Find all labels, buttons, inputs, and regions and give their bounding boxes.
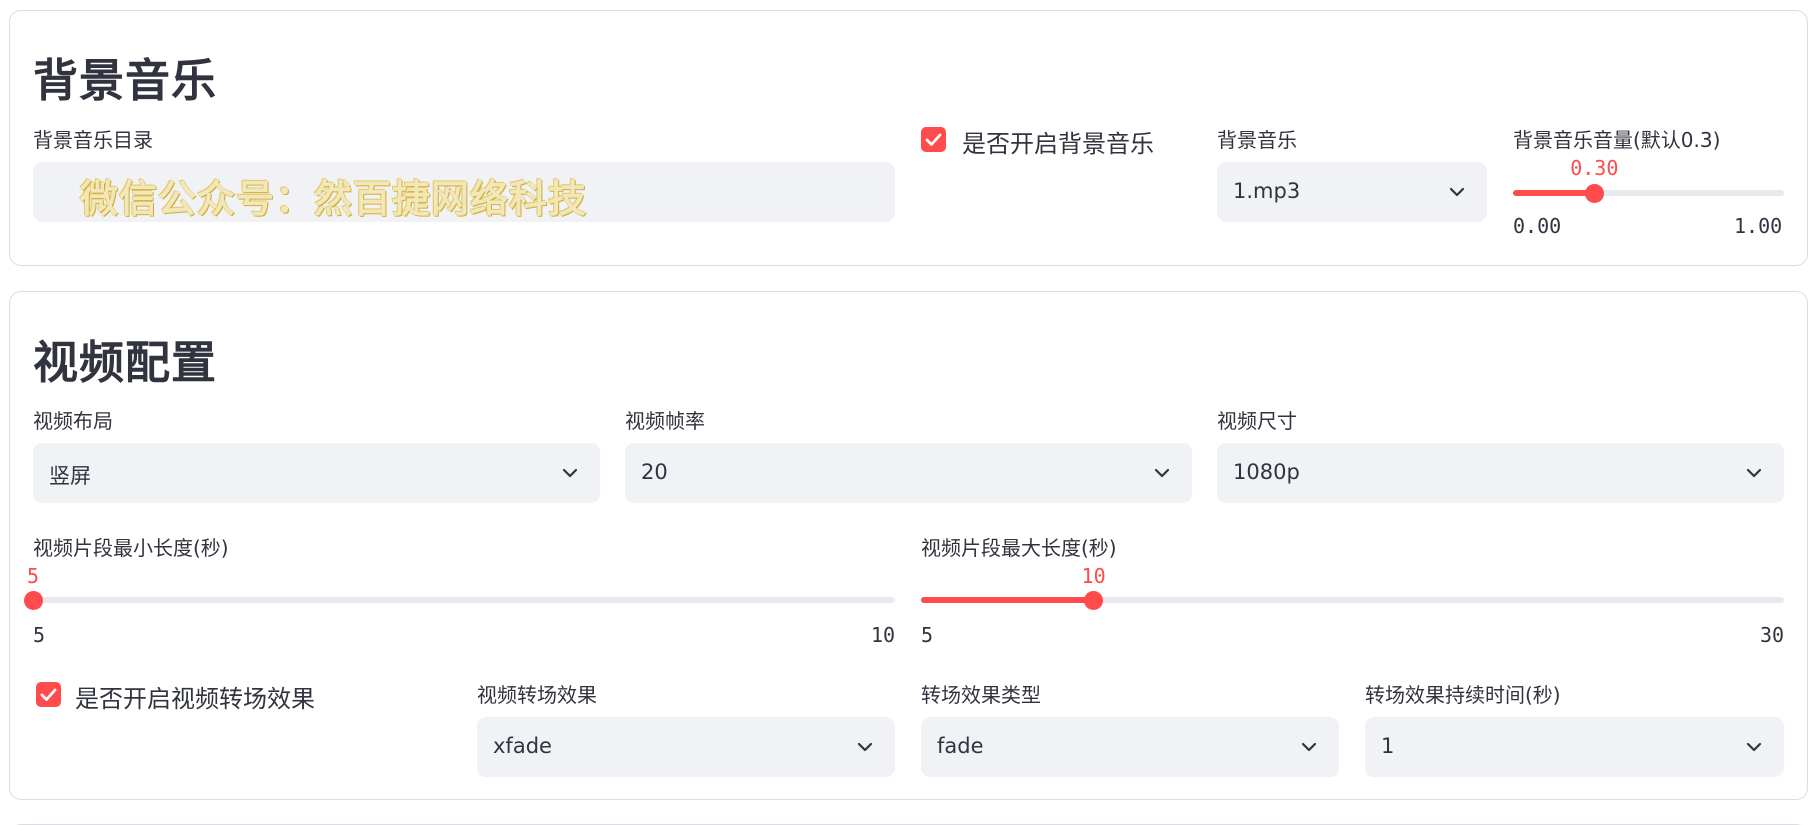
- transition-enable-checkbox[interactable]: [36, 682, 61, 707]
- bgm-volume-min: 0.00: [1513, 214, 1562, 238]
- video-size-label: 视频尺寸: [1217, 409, 1297, 433]
- transition-type-select[interactable]: fade: [921, 717, 1339, 777]
- transition-type-label: 转场效果类型: [921, 683, 1041, 707]
- max-len-slider-fill: [921, 597, 1094, 603]
- video-fps-value: 20: [641, 460, 668, 484]
- bgm-music-select[interactable]: 1.mp3: [1217, 162, 1487, 222]
- transition-label: 视频转场效果: [477, 683, 597, 707]
- bgm-dir-label: 背景音乐目录: [33, 128, 153, 152]
- bgm-volume-slider-fill: [1513, 190, 1595, 196]
- transition-enable-label: 是否开启视频转场效果: [75, 685, 315, 713]
- max-len-max: 30: [1760, 623, 1785, 647]
- chevron-down-icon: [1301, 742, 1317, 752]
- transition-duration-value: 1: [1381, 734, 1395, 758]
- max-len-slider-thumb[interactable]: [1084, 591, 1104, 610]
- chevron-down-icon: [562, 468, 578, 478]
- check-icon: [40, 688, 57, 701]
- min-len-slider-thumb[interactable]: [23, 591, 43, 610]
- video-layout-select[interactable]: 竖屏: [33, 443, 600, 503]
- max-len-current-value: 10: [1081, 564, 1106, 588]
- max-len-min: 5: [921, 623, 934, 647]
- transition-duration-select[interactable]: 1: [1365, 717, 1784, 777]
- chevron-down-icon: [1746, 468, 1762, 478]
- video-section-title: 视频配置: [33, 336, 218, 389]
- video-layout-label: 视频布局: [33, 409, 113, 433]
- chevron-down-icon: [1746, 742, 1762, 752]
- min-len-min: 5: [33, 623, 46, 647]
- transition-select[interactable]: xfade: [477, 717, 895, 777]
- chevron-down-icon: [1449, 187, 1465, 197]
- bgm-volume-max: 1.00: [1734, 214, 1783, 238]
- transition-type-value: fade: [937, 734, 984, 758]
- chevron-down-icon: [857, 742, 873, 752]
- bgm-music-value: 1.mp3: [1233, 179, 1301, 203]
- bgm-music-label: 背景音乐: [1217, 128, 1297, 152]
- chevron-down-icon: [1154, 468, 1170, 478]
- video-size-select[interactable]: 1080p: [1217, 443, 1784, 503]
- bgm-volume-label: 背景音乐音量(默认0.3): [1513, 128, 1721, 152]
- bgm-volume-slider-thumb[interactable]: [1584, 184, 1604, 203]
- max-len-label: 视频片段最大长度(秒): [921, 536, 1117, 560]
- video-fps-select[interactable]: 20: [625, 443, 1192, 503]
- bgm-enable-label: 是否开启背景音乐: [962, 130, 1154, 158]
- min-len-slider-track[interactable]: [33, 597, 895, 603]
- min-len-current-value: 5: [26, 564, 40, 588]
- bgm-volume-current-value: 0.30: [1570, 156, 1619, 180]
- transition-duration-label: 转场效果持续时间(秒): [1365, 683, 1561, 707]
- bgm-section-title: 背景音乐: [33, 54, 218, 107]
- min-len-max: 10: [871, 623, 896, 647]
- video-layout-value: 竖屏: [49, 464, 91, 488]
- bgm-enable-checkbox[interactable]: [921, 127, 946, 152]
- video-fps-label: 视频帧率: [625, 409, 705, 433]
- transition-value: xfade: [493, 734, 552, 758]
- watermark-text: 微信公众号：然百捷网络科技: [80, 177, 588, 221]
- check-icon: [925, 133, 942, 146]
- min-len-label: 视频片段最小长度(秒): [33, 536, 229, 560]
- video-size-value: 1080p: [1233, 460, 1300, 484]
